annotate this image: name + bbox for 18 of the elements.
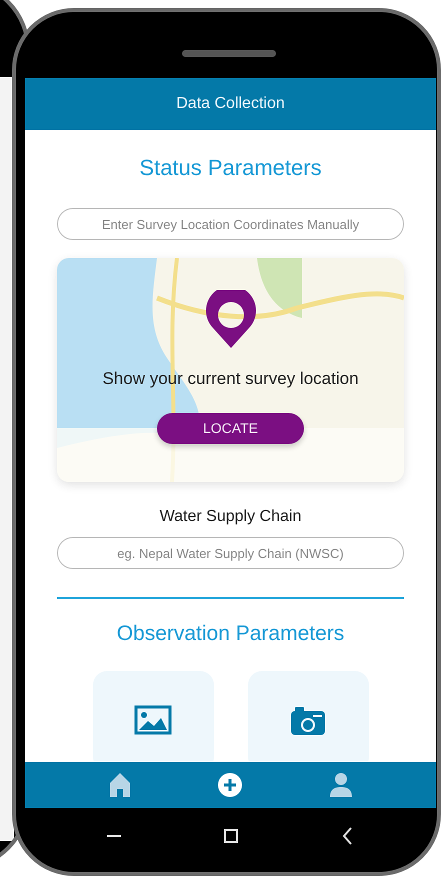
field-label: Water Supply Chain [158, 507, 302, 527]
nav-tab[interactable] [217, 771, 244, 799]
section-heading: Status Parameters [138, 155, 323, 181]
image-icon [134, 705, 172, 737]
coordinates-field[interactable]: Enter Survey Location Coordinates Manually [57, 208, 404, 240]
locate-button[interactable]: LOCATE [157, 413, 304, 444]
location-message: Show your current survey location [102, 369, 359, 389]
screen-title: Data Collection [25, 78, 436, 130]
section-heading: Observation Parameters [116, 621, 346, 647]
profile-icon [328, 771, 354, 799]
nav-tab[interactable] [328, 771, 354, 799]
location-pin-icon [204, 290, 256, 348]
home-button[interactable] [222, 826, 240, 846]
camera-icon [289, 705, 327, 737]
add-icon [217, 771, 244, 799]
supply-chain-field[interactable]: eg. Nepal Water Supply Chain (NWSC) [57, 537, 404, 569]
media-tile[interactable] [248, 671, 368, 762]
media-tile[interactable] [92, 671, 214, 762]
